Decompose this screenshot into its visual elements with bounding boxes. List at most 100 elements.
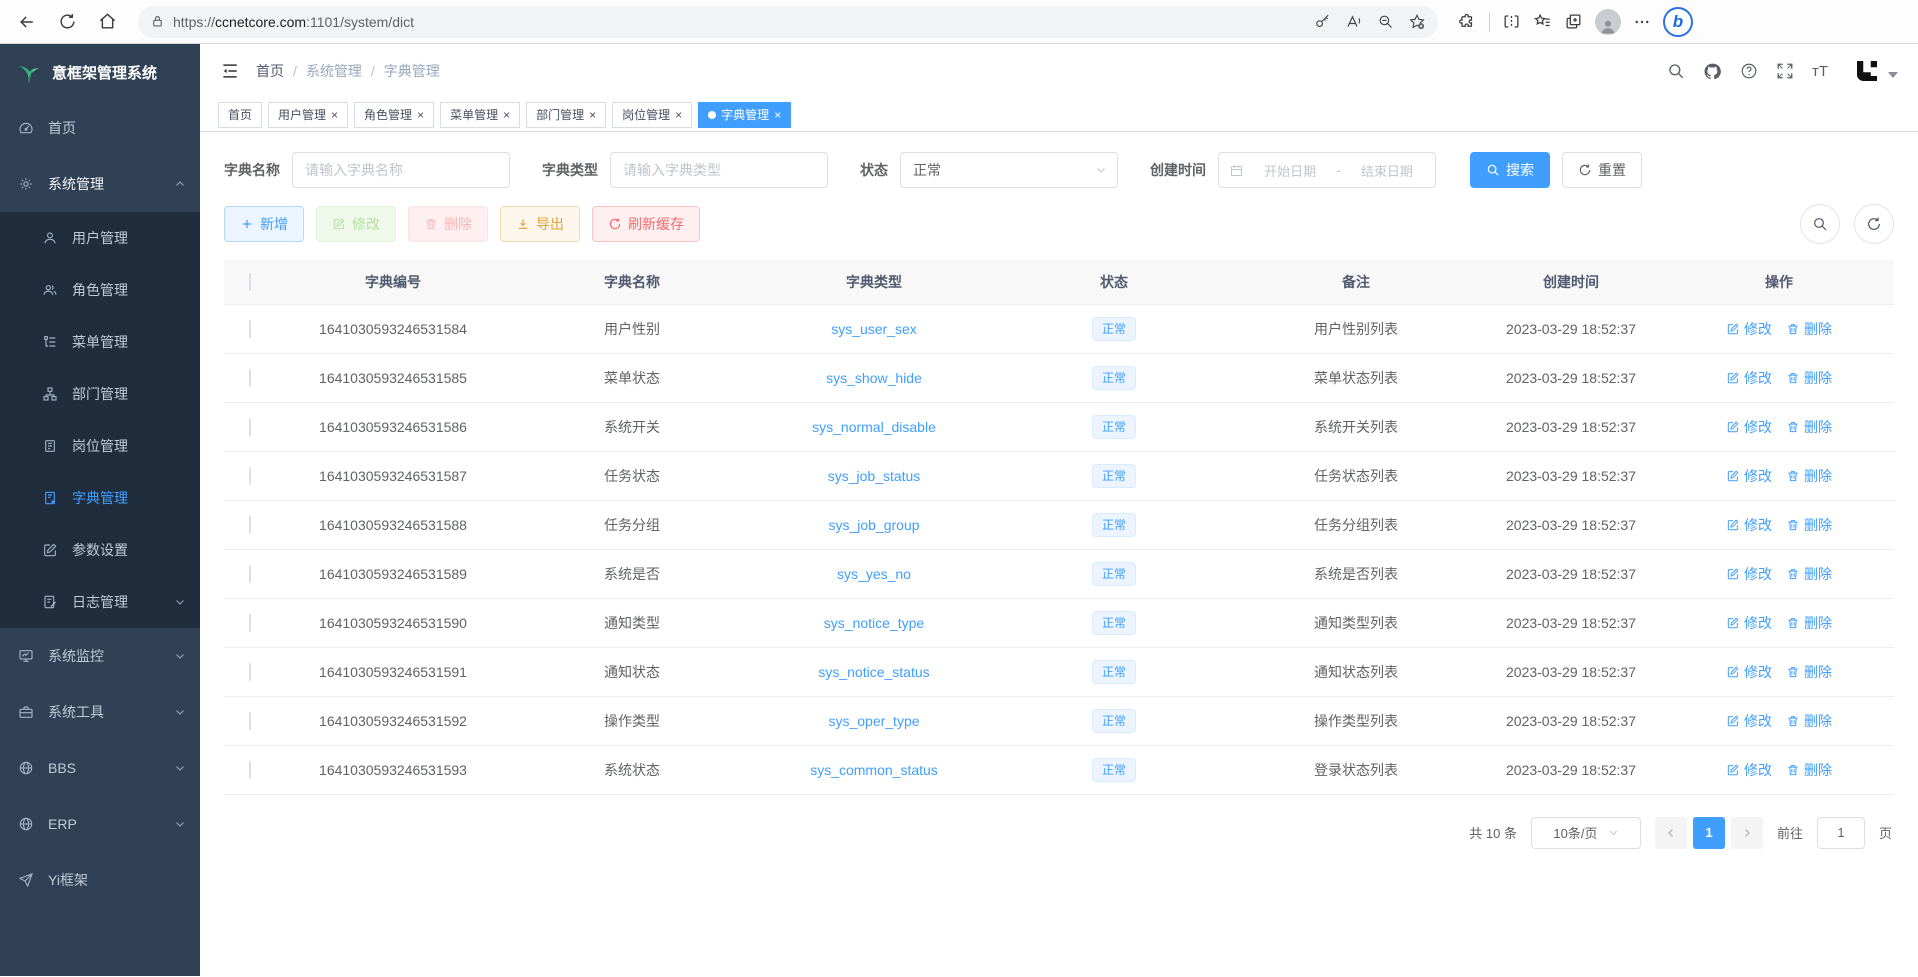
row-checkbox[interactable] <box>249 761 251 779</box>
row-checkbox[interactable] <box>249 712 251 730</box>
sidebar-item-日志管理[interactable]: 日志管理 <box>0 576 200 628</box>
row-checkbox[interactable] <box>249 663 251 681</box>
bing-discover-icon[interactable]: b <box>1663 7 1693 37</box>
lock-icon[interactable] <box>150 14 165 29</box>
extensions-puzzle-icon[interactable] <box>1458 12 1477 31</box>
row-checkbox[interactable] <box>249 369 251 387</box>
goto-page-input[interactable] <box>1817 817 1865 849</box>
dict-type-link[interactable]: sys_show_hide <box>826 370 922 386</box>
row-checkbox[interactable] <box>249 320 251 338</box>
select-all-checkbox[interactable] <box>249 273 251 291</box>
close-icon[interactable]: × <box>675 109 682 121</box>
tab-首页[interactable]: 首页 <box>218 102 262 128</box>
help-icon[interactable] <box>1740 62 1758 80</box>
reset-button[interactable]: 重置 <box>1562 152 1642 188</box>
refresh-table-button[interactable] <box>1854 204 1894 244</box>
row-edit-link[interactable]: 修改 <box>1726 515 1772 535</box>
row-checkbox[interactable] <box>249 565 251 583</box>
user-menu[interactable] <box>1852 56 1898 86</box>
close-icon[interactable]: × <box>589 109 596 121</box>
row-delete-link[interactable]: 删除 <box>1786 711 1832 731</box>
导出-button[interactable]: 导出 <box>500 206 580 242</box>
favorites-bar-icon[interactable] <box>1533 12 1552 31</box>
row-edit-link[interactable]: 修改 <box>1726 368 1772 388</box>
dict-type-link[interactable]: sys_yes_no <box>837 566 911 582</box>
browser-menu-icon[interactable] <box>1633 13 1651 31</box>
sidebar-item-字典管理[interactable]: 字典管理 <box>0 472 200 524</box>
zoom-level-icon[interactable] <box>1377 13 1394 30</box>
github-icon[interactable] <box>1703 62 1722 81</box>
address-bar[interactable]: https://ccnetcore.com:1101/system/dict <box>138 6 1438 38</box>
tab-字典管理[interactable]: 字典管理× <box>698 102 791 128</box>
修改-button[interactable]: 修改 <box>316 206 396 242</box>
sidebar-item-角色管理[interactable]: 角色管理 <box>0 264 200 316</box>
sidebar-item-ERP[interactable]: ERP <box>0 796 200 852</box>
tab-用户管理[interactable]: 用户管理× <box>268 102 348 128</box>
show-search-toggle-button[interactable] <box>1800 204 1840 244</box>
row-edit-link[interactable]: 修改 <box>1726 613 1772 633</box>
tab-角色管理[interactable]: 角色管理× <box>354 102 434 128</box>
row-edit-link[interactable]: 修改 <box>1726 417 1772 437</box>
row-delete-link[interactable]: 删除 <box>1786 613 1832 633</box>
row-delete-link[interactable]: 删除 <box>1786 319 1832 339</box>
next-page-button[interactable] <box>1731 817 1763 849</box>
sidebar-item-菜单管理[interactable]: 菜单管理 <box>0 316 200 368</box>
page-number-1[interactable]: 1 <box>1693 817 1725 849</box>
dict-type-link[interactable]: sys_common_status <box>810 762 938 778</box>
tab-岗位管理[interactable]: 岗位管理× <box>612 102 692 128</box>
row-edit-link[interactable]: 修改 <box>1726 760 1772 780</box>
browser-back-icon[interactable] <box>10 5 44 39</box>
row-delete-link[interactable]: 删除 <box>1786 466 1832 486</box>
dict-type-link[interactable]: sys_normal_disable <box>812 419 936 435</box>
row-delete-link[interactable]: 删除 <box>1786 564 1832 584</box>
url-text[interactable]: https://ccnetcore.com:1101/system/dict <box>173 14 1306 30</box>
status-select[interactable]: 正常 <box>900 152 1118 188</box>
sidebar-item-Yi框架[interactable]: Yi框架 <box>0 852 200 908</box>
sidebar-item-系统工具[interactable]: 系统工具 <box>0 684 200 740</box>
row-delete-link[interactable]: 删除 <box>1786 368 1832 388</box>
sidebar-item-系统管理[interactable]: 系统管理 <box>0 156 200 212</box>
collections-icon[interactable] <box>1564 12 1583 31</box>
sidebar-item-首页[interactable]: 首页 <box>0 100 200 156</box>
row-delete-link[interactable]: 删除 <box>1786 515 1832 535</box>
row-delete-link[interactable]: 删除 <box>1786 662 1832 682</box>
row-edit-link[interactable]: 修改 <box>1726 662 1772 682</box>
close-icon[interactable]: × <box>774 109 781 121</box>
sidebar-item-参数设置[interactable]: 参数设置 <box>0 524 200 576</box>
sidebar-fold-icon[interactable] <box>220 61 240 81</box>
dict-name-input[interactable] <box>292 152 510 188</box>
date-range-picker[interactable]: 开始日期 - 结束日期 <box>1218 152 1436 188</box>
sidebar-item-部门管理[interactable]: 部门管理 <box>0 368 200 420</box>
row-checkbox[interactable] <box>249 516 251 534</box>
fullscreen-icon[interactable] <box>1776 62 1794 80</box>
search-button[interactable]: 搜索 <box>1470 152 1550 188</box>
password-key-icon[interactable] <box>1314 13 1331 30</box>
close-icon[interactable]: × <box>331 109 338 121</box>
dict-type-link[interactable]: sys_notice_type <box>824 615 924 631</box>
dict-type-link[interactable]: sys_oper_type <box>828 713 919 729</box>
prev-page-button[interactable] <box>1655 817 1687 849</box>
刷新缓存-button[interactable]: 刷新缓存 <box>592 206 700 242</box>
row-checkbox[interactable] <box>249 418 251 436</box>
tab-部门管理[interactable]: 部门管理× <box>526 102 606 128</box>
sidebar-item-用户管理[interactable]: 用户管理 <box>0 212 200 264</box>
sidebar-item-系统监控[interactable]: 系统监控 <box>0 628 200 684</box>
dict-type-link[interactable]: sys_user_sex <box>831 321 917 337</box>
header-search-icon[interactable] <box>1667 62 1685 80</box>
dict-type-link[interactable]: sys_notice_status <box>818 664 929 680</box>
dict-type-link[interactable]: sys_job_status <box>828 468 921 484</box>
split-screen-icon[interactable] <box>1502 12 1521 31</box>
read-aloud-icon[interactable] <box>1345 13 1363 31</box>
browser-home-icon[interactable] <box>90 5 124 39</box>
row-checkbox[interactable] <box>249 614 251 632</box>
favorite-star-add-icon[interactable] <box>1408 13 1426 31</box>
sidebar-item-岗位管理[interactable]: 岗位管理 <box>0 420 200 472</box>
breadcrumb-item[interactable]: 首页 <box>256 61 284 81</box>
page-size-select[interactable]: 10条/页 <box>1531 817 1641 849</box>
close-icon[interactable]: × <box>417 109 424 121</box>
profile-avatar[interactable] <box>1595 9 1621 35</box>
新增-button[interactable]: 新增 <box>224 206 304 242</box>
row-delete-link[interactable]: 删除 <box>1786 417 1832 437</box>
tab-菜单管理[interactable]: 菜单管理× <box>440 102 520 128</box>
row-edit-link[interactable]: 修改 <box>1726 564 1772 584</box>
